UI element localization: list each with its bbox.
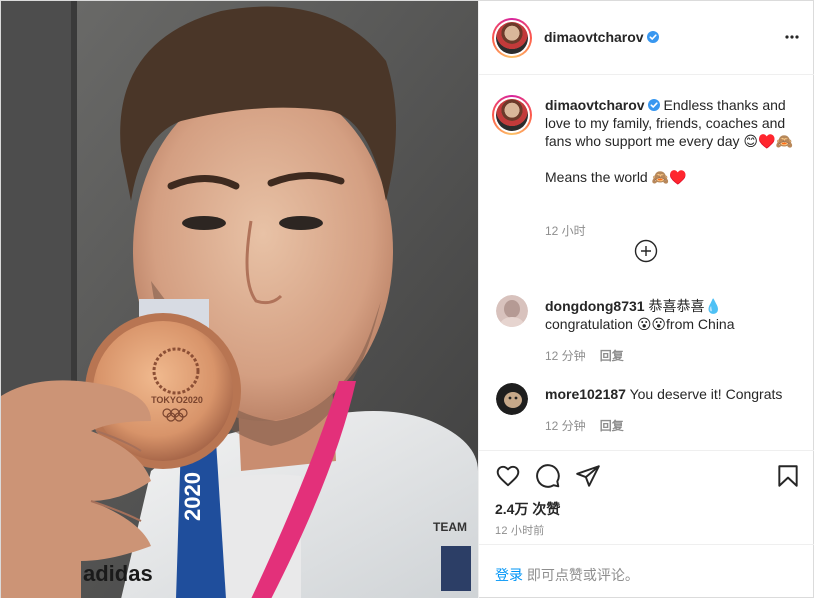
comment-avatar[interactable] [496, 295, 528, 327]
post-photo[interactable]: 2020 TOKYO2020 TEAM adidas [1, 1, 478, 598]
comment-icon[interactable] [535, 463, 561, 489]
ribbon-text: 2020 [180, 472, 205, 521]
bookmark-icon[interactable] [775, 463, 801, 489]
caption-avatar[interactable] [492, 95, 532, 135]
login-prompt-text: 登录 即可点赞或评论。 [495, 565, 639, 585]
send-icon[interactable] [575, 463, 601, 489]
reply-button[interactable]: 回复 [600, 349, 624, 363]
medal-text: TOKYO2020 [151, 395, 203, 405]
comment-username[interactable]: dongdong8731 [545, 298, 645, 314]
comments-section: dimaovtcharov Endless thanks and love to… [479, 75, 814, 450]
avatar[interactable] [492, 18, 532, 58]
login-link[interactable]: 登录 [495, 567, 523, 583]
post-header: dimaovtcharov [479, 1, 814, 75]
post-image: 2020 TOKYO2020 TEAM adidas [1, 1, 478, 598]
caption-text: dimaovtcharov Endless thanks and love to… [545, 96, 802, 186]
comment-time: 12 分钟 [545, 419, 586, 433]
instagram-post: 2020 TOKYO2020 TEAM adidas dimaovtcharov… [0, 0, 814, 598]
like-count[interactable]: 2.4万 次赞 [495, 499, 560, 519]
comment-meta: 12 分钟 回复 [545, 417, 638, 434]
reply-button[interactable]: 回复 [600, 419, 624, 433]
header-username-text[interactable]: dimaovtcharov [544, 29, 644, 45]
login-prompt: 登录 即可点赞或评论。 [479, 544, 814, 598]
comment-meta: 12 分钟 回复 [545, 347, 638, 364]
caption-username[interactable]: dimaovtcharov [545, 97, 645, 113]
comment-body: You deserve it! Congrats [629, 386, 783, 402]
comment-text: dongdong8731 恭喜恭喜💧 congratulation 😮😮from… [545, 297, 802, 333]
login-hint: 即可点赞或评论。 [526, 567, 639, 583]
verified-badge-icon [646, 31, 659, 43]
heart-icon[interactable] [495, 463, 521, 489]
caption-line2: Means the world 🙈♥️ [545, 169, 687, 185]
more-horizontal-icon[interactable] [784, 29, 800, 45]
post-side-panel: dimaovtcharov dimaovtcharov Endless than… [478, 1, 814, 598]
comment-time: 12 分钟 [545, 349, 586, 363]
shirt-brand: adidas [83, 561, 153, 586]
header-username[interactable]: dimaovtcharov [544, 29, 659, 45]
post-timestamp[interactable]: 12 小时前 [495, 522, 545, 538]
verified-badge-icon [647, 99, 660, 111]
comment-text: more102187 You deserve it! Congrats [545, 385, 802, 403]
comment-avatar[interactable] [496, 383, 528, 415]
plus-circle-icon[interactable] [634, 239, 658, 263]
jacket-text: TEAM [433, 520, 467, 534]
caption-time: 12 小时 [545, 224, 586, 238]
comment-username[interactable]: more102187 [545, 386, 626, 402]
